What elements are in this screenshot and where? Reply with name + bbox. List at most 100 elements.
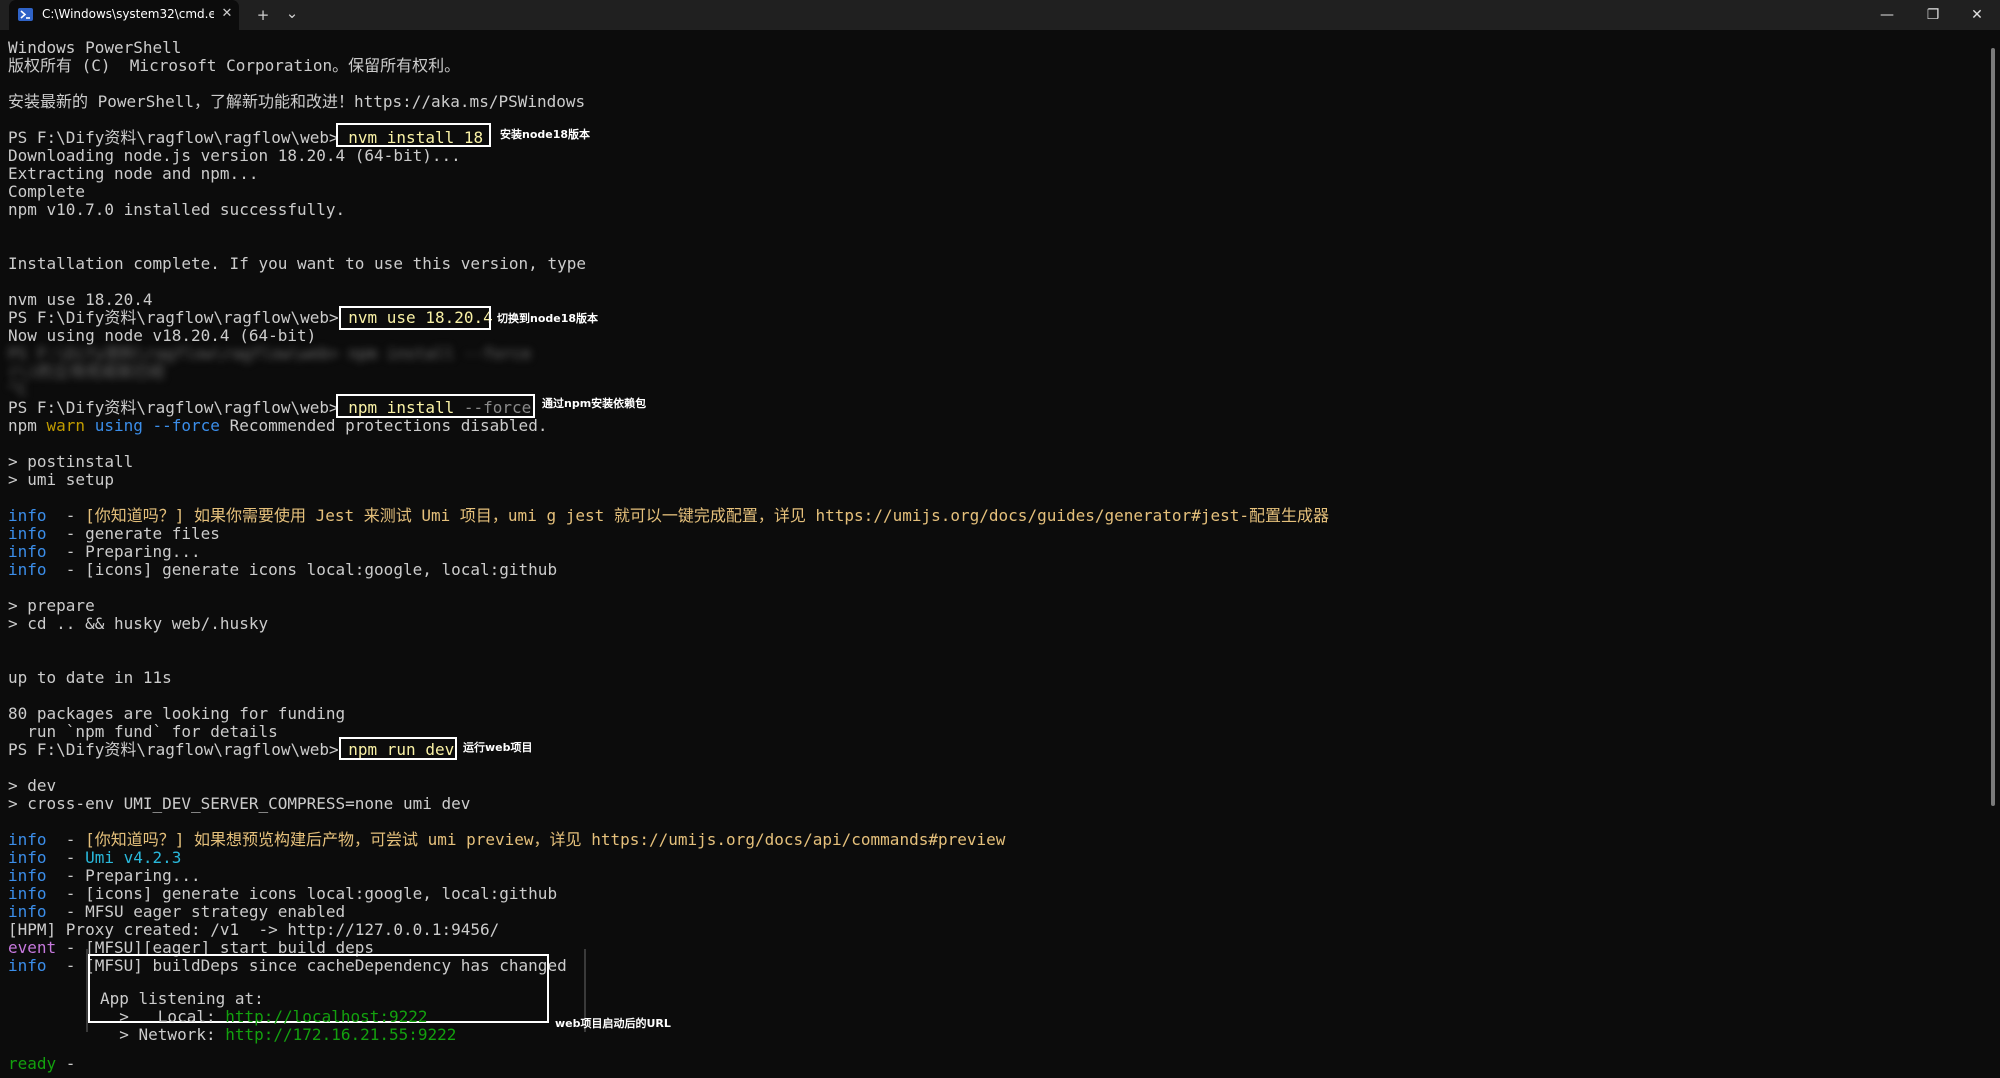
command-highlight-box bbox=[336, 123, 491, 147]
prompt: PS F:\Dify资料\ragflow\ragflow\web> bbox=[8, 740, 339, 759]
network-label: > Network: bbox=[100, 1025, 226, 1044]
prompt: PS F:\Dify资料\ragflow\ragflow\web> bbox=[8, 308, 339, 327]
minimize-button[interactable]: — bbox=[1864, 0, 1910, 30]
info-label: info bbox=[8, 830, 47, 849]
warn-force: --force bbox=[152, 416, 220, 435]
info-line: info - Umi v4.2.3 bbox=[8, 849, 181, 867]
command-highlight-box bbox=[336, 394, 535, 418]
event-label: event bbox=[8, 938, 57, 957]
info-text: Preparing... bbox=[85, 542, 201, 561]
warn-using: using bbox=[94, 416, 153, 435]
output-line: > dev bbox=[8, 776, 57, 795]
command-highlight-box bbox=[339, 737, 457, 760]
header-line: Windows PowerShell bbox=[8, 38, 182, 57]
info-sep: - bbox=[46, 542, 86, 561]
info-line: info - [你知道吗？] 如果你需要使用 Jest 来测试 Umi 项目，u… bbox=[8, 507, 1329, 525]
local-url[interactable]: http://localhost:9222 bbox=[225, 1007, 427, 1026]
info-tip: [你知道吗？] 如果你需要使用 Jest 来测试 Umi 项目，umi g je… bbox=[85, 506, 1329, 525]
terminal-output[interactable]: Windows PowerShell 版权所有 (C) Microsoft Co… bbox=[0, 30, 1988, 1078]
info-label: info bbox=[8, 956, 47, 975]
info-line: info - MFSU eager strategy enabled bbox=[8, 903, 345, 921]
output-line: > postinstall bbox=[8, 452, 134, 471]
info-label: info bbox=[8, 884, 47, 903]
npm-warn-line: npm warn using --force Recommended prote… bbox=[8, 417, 547, 435]
info-text: generate files bbox=[85, 524, 220, 543]
banner-network: > Network: http://172.16.21.55:9222 bbox=[100, 1026, 456, 1044]
info-sep: - bbox=[46, 884, 86, 903]
prompt: PS F:\Dify资料\ragflow\ragflow\web> bbox=[8, 128, 339, 147]
info-line: info - [icons] generate icons local:goog… bbox=[8, 885, 557, 903]
info-label: info bbox=[8, 524, 47, 543]
title-bar: C:\Windows\system32\cmd.e: ✕ + ⌄ — ❐ ✕ bbox=[0, 0, 2000, 30]
prompt: PS F:\Dify资料\ragflow\ragflow\web> bbox=[8, 398, 339, 417]
new-tab-button[interactable]: + bbox=[252, 5, 274, 25]
annotation-label: 运行web项目 bbox=[463, 741, 533, 754]
output-line: > cross-env UMI_DEV_SERVER_COMPRESS=none… bbox=[8, 794, 471, 813]
output-line: Extracting node and npm... bbox=[8, 164, 259, 183]
output-line: > umi setup bbox=[8, 470, 114, 489]
info-sep: - bbox=[46, 830, 86, 849]
annotation-label: 通过npm安装依赖包 bbox=[542, 397, 647, 410]
info-sep: - bbox=[46, 956, 86, 975]
info-sep: - bbox=[46, 866, 86, 885]
info-label: info bbox=[8, 542, 47, 561]
info-tip: [你知道吗？] 如果想预览构建后产物，可尝试 umi preview，详见 ht… bbox=[85, 830, 1006, 849]
tab-dropdown-button[interactable]: ⌄ bbox=[281, 3, 303, 23]
warn-rest: Recommended protections disabled. bbox=[219, 416, 548, 435]
annotation-label: 切换到node18版本 bbox=[497, 312, 599, 325]
info-text: MFSU eager strategy enabled bbox=[85, 902, 346, 921]
ready-label: ready bbox=[8, 1054, 57, 1073]
info-label: info bbox=[8, 560, 47, 579]
info-text: [icons] generate icons local:google, loc… bbox=[85, 884, 558, 903]
info-sep: - bbox=[46, 902, 86, 921]
close-window-button[interactable]: ✕ bbox=[1954, 0, 2000, 30]
info-text: Preparing... bbox=[85, 866, 201, 885]
header-line: 版权所有 (C) Microsoft Corporation。保留所有权利。 bbox=[8, 56, 461, 75]
output-line: > prepare bbox=[8, 596, 95, 615]
info-sep: - bbox=[46, 848, 86, 867]
output-line: Now using node v18.20.4 (64-bit) bbox=[8, 326, 317, 345]
scrollbar-thumb[interactable] bbox=[1991, 48, 1995, 806]
info-label: info bbox=[8, 902, 47, 921]
info-label: info bbox=[8, 866, 47, 885]
blurred-output: ^C bbox=[8, 380, 28, 399]
ready-line: ready - bbox=[8, 1055, 75, 1073]
network-url[interactable]: http://172.16.21.55:9222 bbox=[225, 1025, 456, 1044]
terminal-window: C:\Windows\system32\cmd.e: ✕ + ⌄ — ❐ ✕ W… bbox=[0, 0, 2000, 1078]
banner-local: > Local: http://localhost:9222 bbox=[100, 1007, 427, 1026]
annotation-label: web项目启动后的URL bbox=[555, 1017, 671, 1030]
output-line: npm v10.7.0 installed successfully. bbox=[8, 200, 346, 219]
close-tab-icon[interactable]: ✕ bbox=[219, 6, 235, 22]
output-line: nvm use 18.20.4 bbox=[8, 290, 153, 309]
info-line: info - generate files bbox=[8, 525, 220, 543]
npm-label: npm bbox=[8, 416, 47, 435]
info-line: info - Preparing... bbox=[8, 543, 201, 561]
output-line: Downloading node.js version 18.20.4 (64-… bbox=[8, 146, 461, 165]
warn-label: warn bbox=[46, 416, 95, 435]
tab-cmd[interactable]: C:\Windows\system32\cmd.e: ✕ bbox=[9, 0, 239, 30]
powershell-icon bbox=[18, 8, 33, 21]
output-line: > cd .. && husky web/.husky bbox=[8, 614, 269, 633]
restore-button[interactable]: ❐ bbox=[1910, 0, 1956, 30]
output-line: Complete bbox=[8, 182, 86, 201]
banner-title: App listening at: bbox=[100, 989, 264, 1008]
blurred-output: PS F:\Dify资料\ragflow\ragflow\web> npm in… bbox=[8, 344, 532, 381]
tab-title: C:\Windows\system32\cmd.e: bbox=[42, 7, 214, 21]
local-label: > Local: bbox=[100, 1007, 226, 1026]
info-label: info bbox=[8, 506, 47, 525]
info-label: info bbox=[8, 848, 47, 867]
output-line: up to date in 11s bbox=[8, 668, 172, 687]
info-sep: - bbox=[46, 524, 86, 543]
info-text: [icons] generate icons local:google, loc… bbox=[85, 560, 558, 579]
output-line: 80 packages are looking for funding bbox=[8, 704, 346, 723]
info-line: info - [你知道吗？] 如果想预览构建后产物，可尝试 umi previe… bbox=[8, 831, 1005, 849]
umi-version: Umi v4.2.3 bbox=[85, 848, 182, 867]
info-line: info - Preparing... bbox=[8, 867, 201, 885]
header-line: 安装最新的 PowerShell，了解新功能和改进！https://aka.ms… bbox=[8, 92, 586, 111]
output-line: run `npm fund` for details bbox=[8, 722, 278, 741]
ready-sep: - bbox=[56, 1054, 76, 1073]
info-sep: - bbox=[46, 560, 86, 579]
command-highlight-box bbox=[339, 306, 491, 330]
output-line: Installation complete. If you want to us… bbox=[8, 254, 586, 273]
info-line: info - [icons] generate icons local:goog… bbox=[8, 561, 557, 579]
